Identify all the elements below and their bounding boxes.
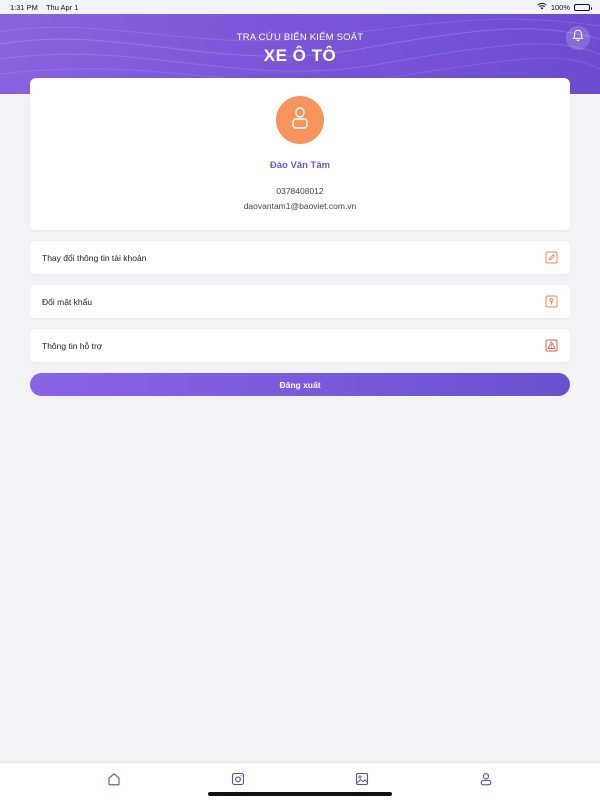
profile-icon <box>479 772 493 791</box>
notification-button[interactable] <box>566 26 590 50</box>
tab-camera[interactable] <box>228 771 248 791</box>
profile-card: Đào Văn Tâm 0378408012 daovantam1@baovie… <box>30 78 570 230</box>
tab-profile[interactable] <box>476 771 496 791</box>
status-left: 1:31 PM Thu Apr 1 <box>10 3 78 12</box>
battery-percent: 100% <box>550 2 570 12</box>
menu-item-label: Đổi mật khẩu <box>42 296 93 307</box>
wifi-icon <box>537 2 547 12</box>
warning-icon <box>544 339 558 353</box>
menu-item-edit-account[interactable]: Thay đổi thông tin tài khoản <box>30 241 570 274</box>
header-subtitle: TRA CỨU BIỂN KIỂM SOÁT <box>236 32 364 43</box>
logout-button[interactable]: Đăng xuất <box>30 373 570 396</box>
image-icon <box>355 772 369 791</box>
menu-item-change-password[interactable]: Đổi mật khẩu <box>30 285 570 318</box>
user-icon <box>290 106 310 135</box>
profile-name: Đào Văn Tâm <box>269 160 331 171</box>
tab-home[interactable] <box>104 771 124 791</box>
avatar <box>276 96 324 144</box>
home-indicator <box>208 792 392 796</box>
tab-bar <box>0 762 600 800</box>
edit-icon <box>544 251 558 265</box>
menu-item-label: Thay đổi thông tin tài khoản <box>42 252 147 263</box>
status-time: 1:31 PM <box>10 2 38 12</box>
status-bar: 1:31 PM Thu Apr 1 100% <box>0 0 600 14</box>
page-title: XE Ô TÔ <box>263 46 337 65</box>
profile-email: daovantam1@baoviet.com.vn <box>243 201 357 211</box>
menu-item-support-info[interactable]: Thông tin hỗ trợ <box>30 329 570 362</box>
battery-icon <box>574 3 592 11</box>
home-icon <box>107 772 121 791</box>
status-date: Thu Apr 1 <box>45 2 79 12</box>
camera-icon <box>231 772 245 791</box>
menu-item-label: Thông tin hỗ trợ <box>42 340 103 351</box>
tab-gallery[interactable] <box>352 771 372 791</box>
status-right: 100% <box>537 2 592 12</box>
key-icon <box>544 295 558 309</box>
profile-phone: 0378408012 <box>276 186 324 196</box>
bell-icon <box>572 29 584 47</box>
